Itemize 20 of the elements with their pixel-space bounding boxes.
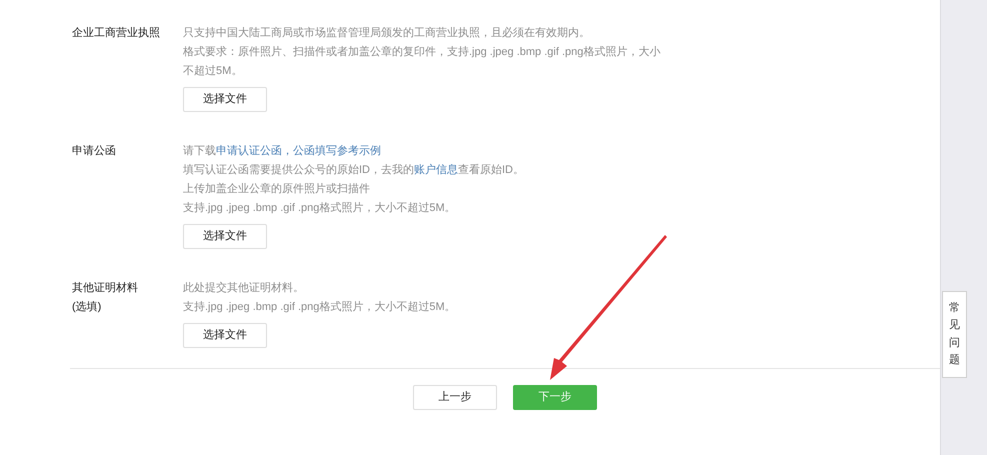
choose-file-button[interactable]: 选择文件 (183, 87, 267, 112)
description-text: 请下载申请认证公函，公函填写参考示例 (183, 144, 382, 159)
back-button[interactable]: 上一步 (413, 385, 497, 410)
field-label: 企业工商营业执照 (72, 26, 160, 41)
description-text: 格式要求：原件照片、扫描件或者加盖公章的复印件，支持.jpg .jpeg .bmp .gif .png格式照片，大小不超过5M。 (183, 44, 662, 79)
description-text: 只支持中国大陆工商局或市场监督管理局颁发的工商营业执照，且必须在有效期内。 (183, 26, 591, 41)
description-text: 支持.jpg .jpeg .bmp .gif .png格式照片，大小不超过5M。 (183, 201, 457, 216)
link[interactable]: 公函填写参考示例 (293, 145, 381, 157)
choose-file-button[interactable]: 选择文件 (183, 323, 267, 348)
field-label: 其他证明材料 (72, 281, 138, 296)
faq-tab[interactable]: 常见问题 (942, 291, 967, 378)
choose-file-button[interactable]: 选择文件 (183, 224, 267, 249)
field-label: (选填) (72, 300, 102, 315)
link[interactable]: 申请认证公函， (216, 145, 293, 157)
description-text: 填写认证公函需要提供公众号的原始ID，去我的账户信息查看原始ID。 (183, 162, 525, 178)
description-text: 支持.jpg .jpeg .bmp .gif .png格式照片，大小不超过5M。 (183, 300, 457, 315)
description-text: 上传加盖企业公章的原件照片或扫描件 (183, 182, 371, 197)
field-label: 申请公函 (72, 144, 116, 159)
link[interactable]: 账户信息 (414, 164, 458, 176)
description-text: 此处提交其他证明材料。 (183, 280, 305, 296)
